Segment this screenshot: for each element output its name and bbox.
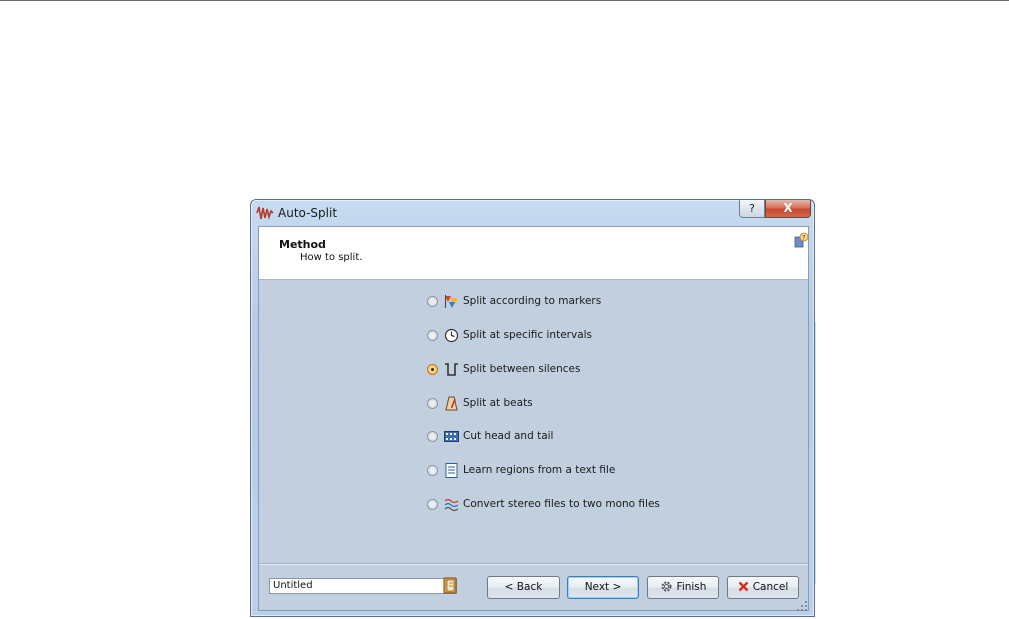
option-label: Convert stereo files to two mono files	[463, 498, 660, 510]
waveform-app-icon	[256, 206, 274, 220]
text-file-icon	[445, 463, 458, 478]
stereo-to-mono-icon	[444, 498, 459, 512]
context-help-icon[interactable]: ?	[794, 232, 808, 248]
close-button[interactable]: X	[765, 200, 811, 218]
option-split-markers[interactable]: Split according to markers	[427, 293, 687, 311]
top-divider	[0, 0, 1009, 1]
option-label: Split between silences	[463, 363, 581, 375]
gear-icon	[661, 581, 672, 591]
back-button[interactable]: < Back	[487, 576, 560, 599]
option-label: Split according to markers	[463, 295, 602, 307]
method-options: Split according to markers Split at spec…	[259, 280, 808, 564]
radio-button[interactable]	[427, 431, 438, 442]
auto-split-dialog: Auto-Split ? X Method How to split. ? Sp…	[250, 199, 815, 617]
option-stereo-to-mono[interactable]: Convert stereo files to two mono files	[427, 496, 687, 514]
markers-icon	[445, 295, 458, 308]
option-label: Split at beats	[463, 397, 533, 409]
option-split-silences[interactable]: Split between silences	[427, 361, 687, 379]
radio-button[interactable]	[427, 296, 438, 307]
cut-head-tail-icon	[444, 431, 459, 442]
finish-label: Finish	[676, 581, 707, 593]
page-subtitle: How to split.	[300, 252, 363, 263]
resize-grip-icon[interactable]	[796, 600, 808, 612]
cancel-button[interactable]: Cancel	[727, 576, 799, 599]
option-label: Cut head and tail	[463, 430, 554, 442]
radio-button[interactable]	[427, 330, 438, 341]
wizard-content: Method How to split. ? Split according t…	[258, 226, 809, 611]
window-title: Auto-Split	[278, 206, 338, 220]
option-cut-head-tail[interactable]: Cut head and tail	[427, 428, 687, 446]
option-split-intervals[interactable]: Split at specific intervals	[427, 327, 687, 345]
title-bar[interactable]: Auto-Split ? X	[251, 200, 814, 226]
preset-book-icon[interactable]	[442, 577, 458, 594]
cancel-label: Cancel	[752, 581, 789, 593]
metronome-icon	[445, 396, 458, 411]
preset-name-field[interactable]: Untitled	[269, 578, 457, 594]
clock-icon	[444, 328, 459, 343]
footer-divider	[259, 563, 808, 565]
option-learn-regions[interactable]: Learn regions from a text file	[427, 462, 687, 480]
page-title: Method	[279, 238, 326, 251]
radio-button-selected[interactable]	[427, 364, 438, 375]
radio-button[interactable]	[427, 499, 438, 510]
svg-text:?: ?	[802, 235, 805, 242]
option-label: Learn regions from a text file	[463, 464, 616, 476]
radio-button[interactable]	[427, 465, 438, 476]
option-label: Split at specific intervals	[463, 329, 593, 341]
radio-button[interactable]	[427, 398, 438, 409]
option-split-beats[interactable]: Split at beats	[427, 395, 687, 413]
cancel-x-icon	[738, 581, 749, 591]
next-button[interactable]: Next >	[567, 576, 639, 599]
wizard-header: Method How to split. ?	[259, 227, 808, 280]
finish-button[interactable]: Finish	[647, 576, 719, 599]
silence-icon	[445, 363, 458, 376]
help-button[interactable]: ?	[739, 200, 765, 218]
